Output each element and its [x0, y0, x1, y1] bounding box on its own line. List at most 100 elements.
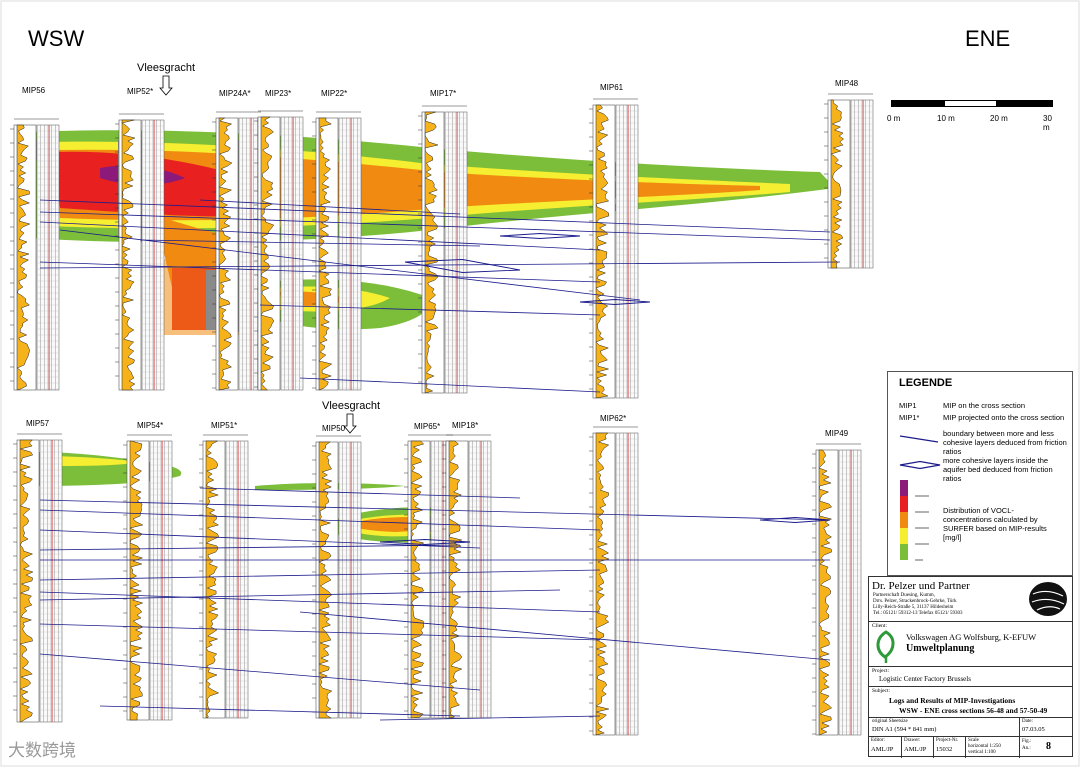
well-label: MIP65* [414, 422, 441, 431]
well-log [404, 434, 454, 719]
well-log [442, 434, 492, 719]
well-log [115, 113, 165, 391]
drawer-value: AML/JP [904, 746, 927, 753]
scale-label: Scale [968, 738, 979, 743]
scale-bar-label: 0 m [887, 114, 901, 123]
well-log [312, 435, 362, 719]
sheet-section: original Sheetsize DIN A1 (594 * 841 mm)… [869, 717, 1072, 736]
project-section: Project: Logistic Center Factory Brussel… [869, 666, 1072, 686]
well-label: MIP56 [22, 86, 46, 95]
well-label: MIP48 [835, 79, 859, 88]
well-log [254, 110, 304, 391]
well-label: MIP51* [211, 421, 238, 430]
legend-mip-code: MIP1 [899, 401, 917, 410]
figure-number: 8 [1046, 741, 1051, 752]
well-log [418, 105, 468, 394]
watermark: 大数跨境 [8, 741, 76, 760]
scale-cell: Scale horizontal 1:250 vertical 1:100 [965, 737, 1019, 758]
well-log [10, 118, 60, 391]
legend-cohesive-layer-icon [899, 460, 941, 470]
client-label: Client: [872, 623, 887, 629]
scale-bar-label: 20 m [990, 114, 1008, 123]
legend-mip-desc: MIP on the cross section [943, 401, 1025, 410]
legend-mip-proj-code: MIP1* [899, 413, 920, 422]
well-label: MIP18* [452, 421, 479, 430]
well-label: MIP61 [600, 83, 624, 92]
subject-label: Subject: [872, 688, 891, 694]
editor-label: Editor: [871, 738, 885, 743]
well-log [589, 426, 639, 736]
vw-leaf-logo-icon [876, 630, 895, 663]
well-label: MIP62* [600, 414, 627, 423]
project-label: Project: [872, 668, 890, 674]
client-section: Client: Volkswagen AG Wolfsburg, K-EFUW … [869, 621, 1072, 666]
well-log [13, 433, 63, 723]
figure-label: Fig.: [1022, 739, 1032, 744]
date-label: Date: [1022, 719, 1033, 724]
subject-line: Logs and Results of MIP-Investigations [889, 696, 1016, 705]
well-log [812, 443, 862, 736]
well-label: MIP49 [825, 429, 849, 438]
down-arrow-icon [159, 75, 173, 96]
legend-title: LEGENDE [899, 377, 953, 389]
well-label: MIP57 [26, 419, 50, 428]
globe-logo-icon [1029, 582, 1067, 616]
firm-address-line: Tel.: 05121/ 59312-13 Telefax 05121/ 593… [873, 611, 963, 616]
plume-layer-bottom [35, 452, 467, 543]
boundary-line [39, 544, 461, 551]
client-department: Umweltplanung [906, 643, 975, 654]
sheet-size-label: original Sheetsize [872, 719, 908, 724]
direction-label-ene: ENE [965, 26, 1011, 51]
editor-value: AML/JP [871, 746, 894, 753]
date-cell: Date: 07.03.05 [1019, 718, 1074, 736]
well-log [589, 98, 639, 399]
scale-bar-segment [944, 100, 997, 107]
figure-label-2: An.: [1022, 746, 1031, 751]
well-label: MIP22* [321, 89, 348, 98]
down-arrow-icon [343, 413, 357, 434]
subject-section: Subject: Logs and Results of MIP-Investi… [869, 686, 1072, 717]
well-label: MIP24A* [219, 89, 251, 98]
firm-name: Dr. Pelzer und Partner [872, 580, 970, 592]
direction-label-wsw: WSW [28, 26, 85, 51]
well-label: MIP52* [127, 87, 154, 96]
scale-bar: 0 m 10 m 20 m 30 m [887, 96, 1058, 136]
legend-color-scale [900, 480, 929, 561]
subject-line: WSW - ENE cross sections 56-48 and 57-50… [899, 706, 1048, 715]
project-number-cell: Project-Nr. 15032 [933, 737, 965, 758]
cohesive-lens [499, 233, 581, 239]
scale-horizontal: horizontal 1:250 [968, 744, 1001, 749]
boundary-line [299, 611, 831, 661]
project-number-label: Project-Nr. [936, 738, 959, 743]
firm-address-line: Partnerschaft Duesing, Kumm, [873, 593, 935, 598]
legend-box: LEGENDE MIP1 MIP on the cross section MI… [887, 371, 1073, 576]
project-name: Logistic Center Factory Brussels [879, 675, 971, 683]
sheet-size: DIN A1 (594 * 841 mm) [872, 726, 937, 733]
date-value: 07.03.05 [1022, 726, 1045, 733]
firm-address-line: Lilly-Reich-Straße 5, 31137 Hildesheim [873, 605, 954, 610]
client-name: Volkswagen AG Wolfsburg, K-EFUW [906, 632, 1037, 642]
well-label: MIP23* [265, 89, 292, 98]
title-block: Dr. Pelzer und Partner Partnerschaft Due… [868, 576, 1073, 758]
figure-cell: Fig.: An.: 8 [1019, 737, 1074, 758]
scale-bar-label: 30 m [1043, 114, 1052, 132]
drawer-label: Drawer: [904, 738, 921, 743]
scale-bar-segment [997, 100, 1053, 107]
info-row: Editor: AML/JP Drawer: AML/JP Project-Nr… [869, 736, 1072, 758]
well-label: MIP50 [322, 424, 346, 433]
well-label: MIP17* [430, 89, 457, 98]
scale-bar-segment [891, 100, 944, 107]
legend-boundary-line-icon [899, 435, 939, 443]
scale-vertical: vertical 1:100 [968, 750, 996, 755]
well-log [312, 111, 362, 391]
scale-bar-label: 10 m [937, 114, 955, 123]
legend-cohesive-desc: more cohesive layers inside the aquifer … [943, 456, 1053, 483]
drawer-cell: Drawer: AML/JP [901, 737, 933, 758]
legend-distribution-desc: Distribution of VOCL-concentrations calc… [943, 506, 1047, 542]
legend-boundary-desc: boundary between more and less cohesive … [943, 429, 1067, 456]
cross-section-drawing: WSW ENE Vleesgracht Vleesgracht MIP56 MI… [0, 0, 1080, 767]
well-label: MIP54* [137, 421, 164, 430]
well-log [824, 93, 874, 269]
landmark-label-bottom: Vleesgracht [322, 400, 381, 412]
landmark-label-top: Vleesgracht [137, 62, 196, 74]
